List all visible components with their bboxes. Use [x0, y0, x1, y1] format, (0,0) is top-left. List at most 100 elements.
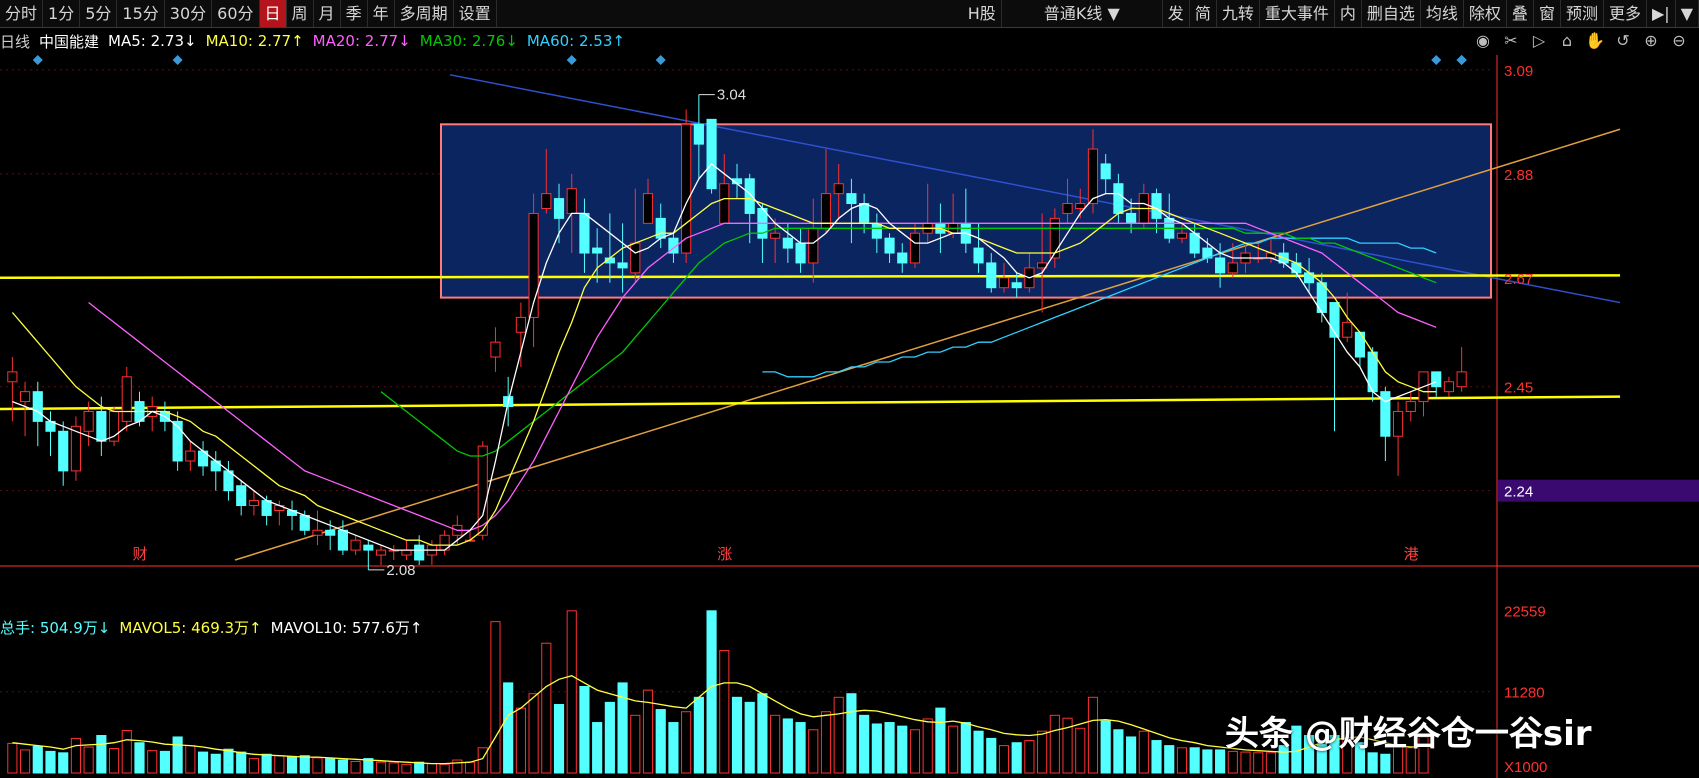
candle-body [630, 242, 641, 274]
volume-bar [1011, 742, 1022, 774]
market-button[interactable]: H股 [963, 0, 1002, 27]
candle-body [1011, 282, 1022, 289]
tab-10[interactable]: 年 [368, 0, 395, 27]
candle-body [1087, 148, 1099, 205]
volume-bar [236, 751, 247, 774]
tool-button-6[interactable]: 均线 [1421, 0, 1464, 27]
tool-button-3[interactable]: 重大事件 [1260, 0, 1335, 27]
tool-button-0[interactable]: 发 [1163, 0, 1190, 27]
tool-button-11[interactable]: 更多 [1604, 0, 1647, 27]
price-tick-label: 2.45 [1504, 380, 1533, 397]
candle-body [7, 371, 18, 383]
volume-bar [566, 610, 577, 774]
candle-body [1342, 321, 1353, 338]
tab-8[interactable]: 月 [314, 0, 341, 27]
tool-button-8[interactable]: 叠 [1507, 0, 1534, 27]
chevron-down-icon: ▼ [1107, 4, 1120, 23]
event-marker: 财 [132, 545, 147, 563]
lock-icon[interactable]: ⌂ [1557, 31, 1577, 51]
tab-1[interactable]: 1分 [43, 0, 81, 27]
play-icon[interactable]: ▷ [1529, 31, 1549, 51]
tab-7[interactable]: 周 [287, 0, 314, 27]
volume-bar [1100, 720, 1111, 774]
candle-body [1431, 371, 1442, 388]
tab-0[interactable]: 分时 [0, 0, 44, 27]
volume-tick-label: 22559 [1504, 603, 1546, 620]
kline-type-select[interactable]: 普通K线 ▼ [1002, 0, 1163, 27]
tab-9[interactable]: 季 [341, 0, 368, 27]
event-marker: 涨 [717, 545, 732, 563]
tab-3[interactable]: 15分 [117, 0, 165, 27]
candle-body [96, 410, 107, 442]
volume-bar [159, 750, 170, 774]
volume-bar [922, 718, 933, 774]
period-tabs: 分时 1分 5分 15分 30分 60分日周月季年多周期 设置 [0, 0, 497, 27]
zoom-in-icon[interactable]: ⊕ [1641, 31, 1661, 51]
candle-body [32, 391, 43, 422]
candle-body [706, 118, 717, 190]
volume-bar [859, 714, 870, 774]
eye-icon[interactable]: ◉ [1473, 31, 1493, 51]
diamond-marker [655, 55, 666, 65]
ma20-label: MA20: 2.77↓ [312, 32, 411, 50]
volume-bar [948, 725, 959, 774]
tool-button-9[interactable]: 窗 [1534, 0, 1561, 27]
candle-body [1354, 331, 1366, 358]
ma30-label: MA30: 2.76↓ [419, 32, 518, 50]
volume-bar [337, 759, 348, 774]
tool-button-1[interactable]: 简 [1190, 0, 1217, 27]
expand-icon[interactable]: ▶| [1647, 0, 1676, 27]
tool-button-4[interactable]: 内 [1335, 0, 1362, 27]
candle-body [375, 549, 387, 556]
tab-6[interactable]: 日 [259, 0, 287, 27]
annotation-label: 2.08 [386, 562, 415, 579]
tab-12[interactable]: 设置 [454, 0, 497, 27]
diamond-marker [1431, 55, 1442, 65]
volume-bar [58, 752, 69, 774]
candle-body [1227, 262, 1238, 274]
tool-button-5[interactable]: 删自选 [1362, 0, 1421, 27]
volume-bar [604, 701, 615, 774]
scissors-icon[interactable]: ✂ [1501, 31, 1521, 51]
zoom-out-icon[interactable]: ⊖ [1669, 31, 1689, 51]
volume-bar [477, 747, 488, 774]
hand-icon[interactable]: ✋ [1585, 31, 1605, 51]
volume-bar [1151, 740, 1162, 774]
volume-bar [1113, 729, 1124, 774]
candle-body [121, 376, 132, 422]
tool-button-7[interactable]: 除权 [1464, 0, 1507, 27]
tool-button-2[interactable]: 九转 [1217, 0, 1260, 27]
ma-legend: 日线 中国能建 MA5: 2.73↓ MA10: 2.77↑ MA20: 2.7… [0, 29, 634, 53]
candle-body [1456, 371, 1467, 388]
candle-body [414, 544, 425, 561]
kline-type-label: 普通K线 [1043, 4, 1103, 23]
candle-body [210, 460, 221, 472]
volume-bar [299, 755, 310, 774]
volume-bar [197, 751, 209, 774]
volume-bar [579, 686, 590, 774]
undo-icon[interactable]: ↺ [1613, 31, 1633, 51]
volume-bar [325, 758, 336, 774]
price-tick-label: 2.88 [1504, 167, 1533, 184]
volume-bar [871, 723, 882, 774]
tool-button-10[interactable]: 预测 [1561, 0, 1604, 27]
volume-bar [452, 759, 463, 774]
tab-5[interactable]: 60分 [212, 0, 260, 27]
ma10-label: MA10: 2.77↑ [205, 32, 304, 50]
kline-chart[interactable]: 3.09 2.88 2.67 2.45 2.24 22559 11280 X1000 3.04 2… [0, 55, 1699, 778]
chevron-down-icon[interactable]: ▼ [1676, 0, 1699, 27]
candle-body [19, 391, 31, 403]
candle-body [299, 514, 310, 531]
tab-2[interactable]: 5分 [80, 0, 118, 27]
candle-body [1443, 381, 1455, 393]
price-tick-label: 3.09 [1504, 63, 1533, 80]
volume-bar [592, 722, 603, 774]
diamond-marker [172, 55, 183, 65]
price-tick-label: 2.24 [1504, 484, 1533, 501]
volume-bar [655, 709, 666, 774]
tab-11[interactable]: 多周期 [395, 0, 454, 27]
tab-4[interactable]: 30分 [165, 0, 213, 27]
candle-body [515, 316, 526, 333]
volume-bar [147, 750, 158, 774]
volume-bar [693, 696, 704, 774]
